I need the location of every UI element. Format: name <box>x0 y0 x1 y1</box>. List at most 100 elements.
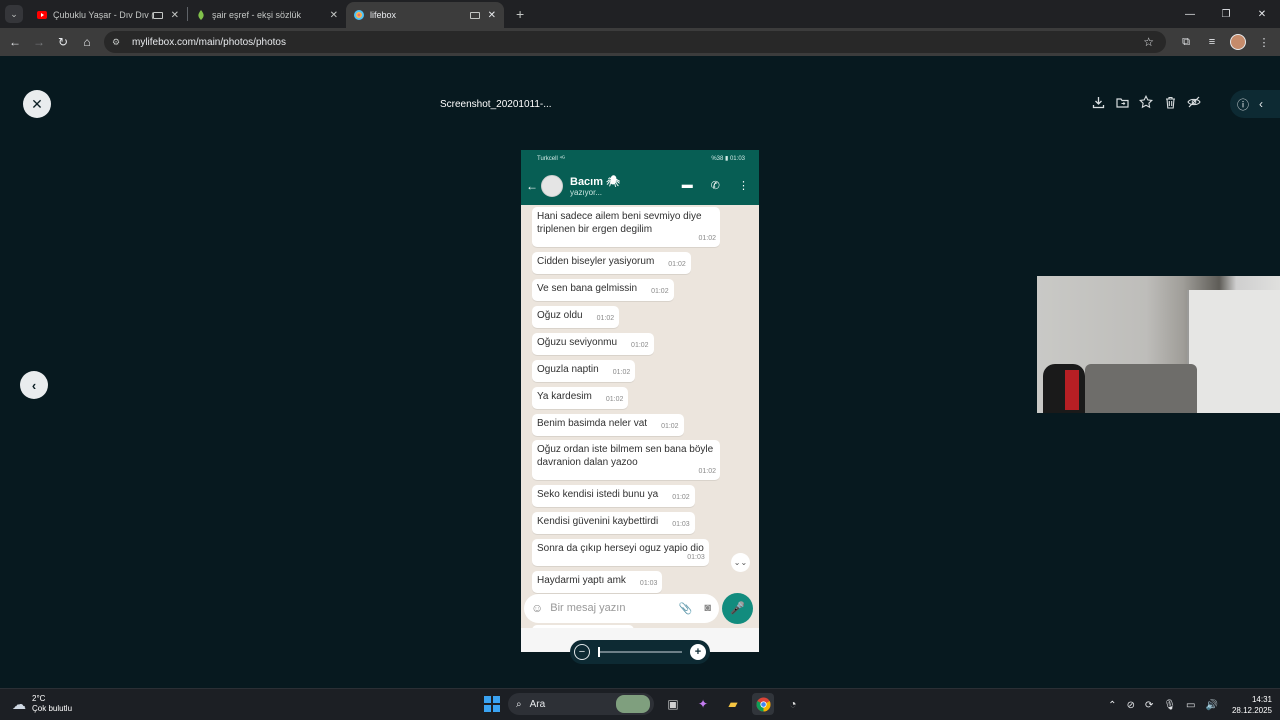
taskbar-search[interactable]: ⌕ Ara <box>508 693 654 715</box>
phone-status-bar: Turkcell ⁴ᴳ %38 ▮ 01:03 <box>521 150 759 167</box>
tray-chevron-up-icon[interactable]: ⌃ <box>1108 700 1116 711</box>
restore-icon[interactable]: ❐ <box>1208 9 1244 20</box>
message-bubble: Oğuz oldu 01:02 <box>532 306 620 328</box>
tab-youtube[interactable]: Çubuklu Yaşar - Dıv Dıv (Offi… ✕ <box>29 2 187 28</box>
address-bar[interactable]: ⚙ mylifebox.com/main/photos/photos ☆ <box>104 31 1166 53</box>
search-label: Ara <box>529 698 546 710</box>
extra-app-icon[interactable]: ◔ <box>782 693 804 715</box>
contact-avatar <box>541 175 563 197</box>
wardrobe-shape <box>1187 290 1280 413</box>
tab-label: lifebox <box>370 10 397 20</box>
start-button[interactable] <box>484 696 500 712</box>
close-tab-icon[interactable]: ✕ <box>488 10 496 21</box>
status-right-text: %38 ▮ 01:03 <box>711 156 745 162</box>
file-explorer-icon[interactable]: ▰ <box>722 693 744 715</box>
info-panel-toggle[interactable]: ⓘ ‹ <box>1230 90 1280 118</box>
favorite-icon[interactable] <box>1138 94 1154 110</box>
network-icon[interactable]: ▭ <box>1186 700 1195 711</box>
tray-app-icon[interactable]: ⊘ <box>1127 700 1135 711</box>
message-text: Oğuz ordan iste bilmem sen bana böyle da… <box>537 444 714 468</box>
message-bubble: Ya kardesim 01:02 <box>532 387 629 409</box>
new-tab-button[interactable]: + <box>516 6 524 22</box>
minimize-icon[interactable]: — <box>1172 9 1208 20</box>
previous-photo-button[interactable]: ‹ <box>20 371 48 399</box>
message-time: 01:02 <box>631 342 649 349</box>
message-row: Oğuz ordan iste bilmem sen bana böyle da… <box>532 440 759 484</box>
picture-in-picture-icon[interactable] <box>469 11 480 19</box>
site-info-icon[interactable]: ⚙ <box>112 37 124 47</box>
drop-icon <box>198 10 204 20</box>
youtube-icon <box>37 11 47 19</box>
move-to-folder-icon[interactable] <box>1114 94 1130 110</box>
attach-icon: 📎 <box>678 602 693 615</box>
chrome-icon[interactable] <box>752 693 774 715</box>
microphone-icon: 🎤 <box>722 592 753 624</box>
message-time: 01:02 <box>698 235 716 242</box>
zoom-slider[interactable] <box>598 647 682 657</box>
tab-search-button[interactable]: ⌄ <box>5 5 23 23</box>
copilot-icon[interactable]: ✦ <box>692 693 714 715</box>
mic-icon[interactable]: 🎙 <box>1163 700 1176 711</box>
message-bubble: Seko kendisi istedi bunu ya 01:02 <box>532 485 695 507</box>
picture-in-picture-icon[interactable] <box>152 11 163 19</box>
system-tray: ⌃ ⊘ ⟳ 🎙 ▭ 🔊 14:31 28.12.2025 <box>1108 693 1272 717</box>
profile-avatar[interactable] <box>1230 34 1246 50</box>
close-tab-icon[interactable]: ✕ <box>171 10 179 21</box>
zoom-handle[interactable] <box>598 647 600 657</box>
window-controls: — ❐ ✕ <box>1172 0 1280 28</box>
menu-icon[interactable]: ⋮ <box>1256 36 1272 49</box>
message-time: 01:02 <box>668 261 686 268</box>
tab-eksi[interactable]: şair eşref - ekşi sözlük ✕ <box>188 2 346 28</box>
contact-name: Bacım 🕷 <box>570 175 621 188</box>
message-bubble: Oguzla naptin 01:02 <box>532 360 636 382</box>
media-controls-icon[interactable]: ≡ <box>1204 36 1220 48</box>
close-tab-icon[interactable]: ✕ <box>330 10 338 21</box>
zoom-in-button[interactable]: + <box>690 644 706 660</box>
back-icon[interactable]: ← <box>3 35 27 49</box>
more-options-icon: ⋮ <box>738 180 749 192</box>
message-text: Oğuz oldu <box>537 310 583 321</box>
sync-icon[interactable]: ⟳ <box>1145 700 1153 711</box>
message-bubble: Kendisi güvenini kaybettirdi 01:03 <box>532 512 695 534</box>
close-icon: ✕ <box>31 95 43 112</box>
message-time: 01:03 <box>687 554 705 561</box>
reload-icon[interactable]: ↻ <box>51 35 75 49</box>
carrier-text: Turkcell ⁴ᴳ <box>537 155 566 162</box>
message-text: Oğuzu seviyonmu <box>537 337 618 348</box>
chat-header: ← Bacım 🕷 yazıyor... ▬ ✆ ⋮ <box>521 167 759 205</box>
message-text: Ve sen bana gelmissin <box>537 283 638 294</box>
download-icon[interactable] <box>1090 94 1106 110</box>
volume-icon[interactable]: 🔊 <box>1206 700 1218 711</box>
delete-icon[interactable] <box>1162 94 1178 110</box>
weather-widget[interactable]: ☁ 2°C Çok bulutlu <box>12 694 72 714</box>
message-text: Kendisi güvenini kaybettirdi <box>537 516 659 527</box>
hide-icon[interactable] <box>1186 94 1202 110</box>
message-text: Sonra da çıkıp herseyi oguz yapio dio <box>537 543 704 554</box>
message-text: Oguzla naptin <box>537 364 599 375</box>
close-window-icon[interactable]: ✕ <box>1244 9 1280 20</box>
zoom-out-button[interactable]: − <box>574 644 590 660</box>
bookmark-star-icon[interactable]: ☆ <box>1143 35 1154 49</box>
forward-icon[interactable]: → <box>27 35 51 49</box>
message-time: 01:02 <box>612 369 631 376</box>
extensions-icon[interactable]: ⧉ <box>1178 36 1194 49</box>
video-call-icon: ▬ <box>681 179 693 191</box>
scroll-down-icon: ⌄⌄ <box>731 553 750 572</box>
message-row: Cidden biseyler yasiyorum 01:02 <box>532 251 759 278</box>
tab-lifebox[interactable]: lifebox ✕ <box>346 2 504 28</box>
toolbar-actions: ⧉ ≡ ⋮ <box>1178 28 1272 56</box>
info-icon[interactable]: ⓘ <box>1237 96 1249 113</box>
cloud-icon: ☁ <box>12 695 26 712</box>
task-view-icon[interactable]: ▣ <box>662 693 684 715</box>
message-row: Oguzla naptin 01:02 <box>532 359 759 386</box>
message-row: Ve sen bana gelmissin 01:02 <box>532 278 759 305</box>
message-placeholder: Bir mesaj yazın <box>550 602 626 614</box>
taskbar-clock[interactable]: 14:31 28.12.2025 <box>1232 694 1272 716</box>
chevron-left-icon[interactable]: ‹ <box>1259 97 1263 111</box>
close-viewer-button[interactable]: ✕ <box>23 90 51 118</box>
url-text: mylifebox.com/main/photos/photos <box>132 36 286 48</box>
message-row: Benim basimda neler vat 01:02 <box>532 413 759 440</box>
message-bubble: Ve sen bana gelmissin 01:02 <box>532 279 674 301</box>
message-time: 01:02 <box>605 396 624 403</box>
home-icon[interactable]: ⌂ <box>75 35 99 49</box>
